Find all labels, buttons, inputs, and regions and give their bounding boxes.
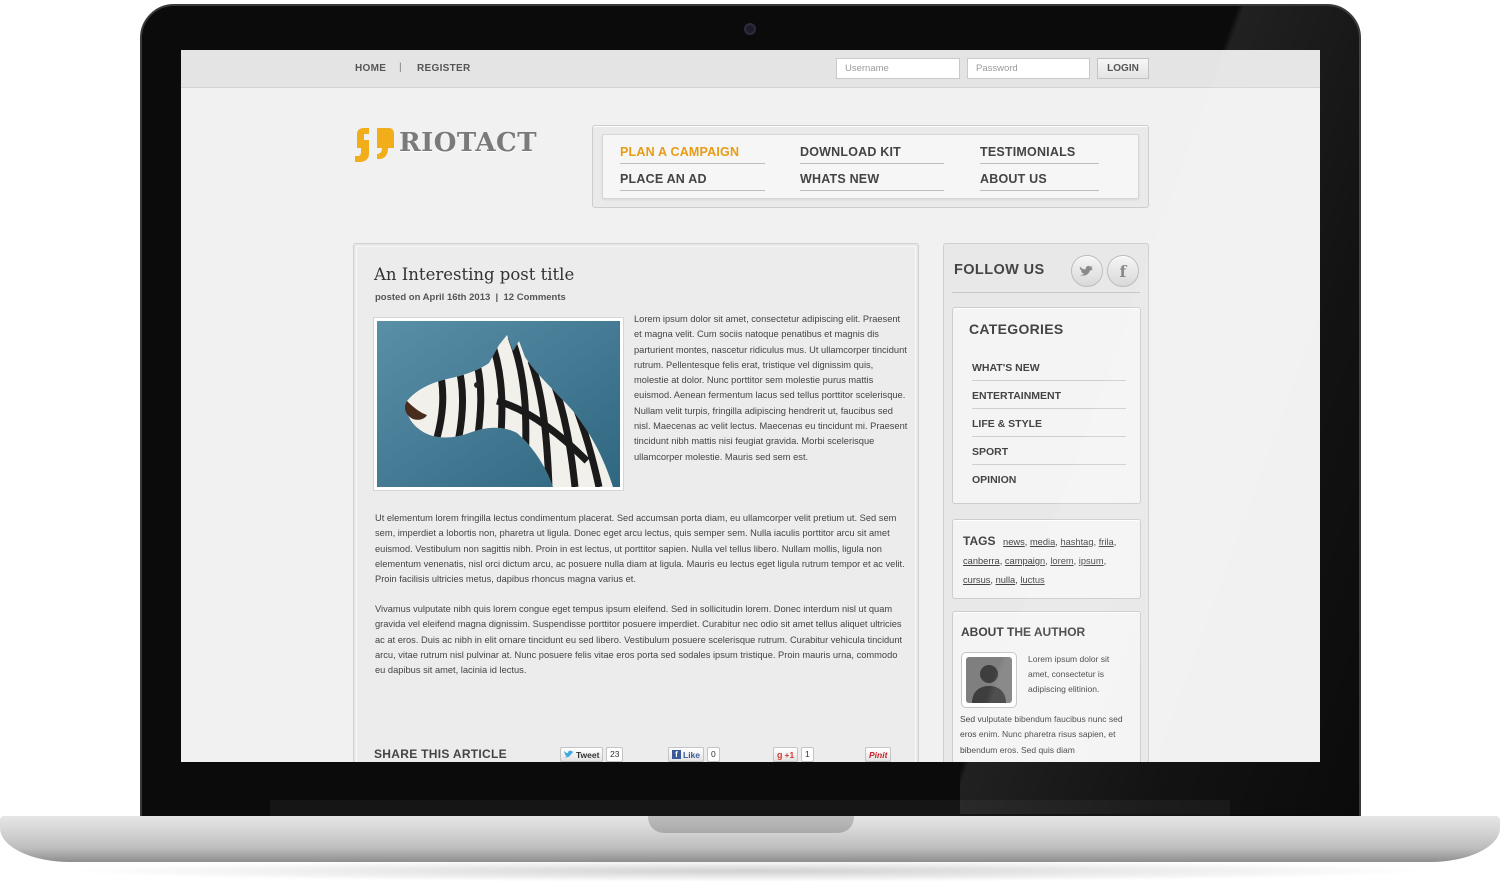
article-card: An Interesting post title posted on Apri…: [353, 243, 919, 762]
login-button[interactable]: LOGIN: [1097, 58, 1149, 79]
top-bar: HOME | REGISTER LOGIN: [181, 50, 1320, 88]
avatar: [961, 652, 1017, 708]
tags-title: TAGS: [963, 534, 996, 548]
camera-icon: [744, 23, 756, 35]
meta-separator: |: [495, 292, 499, 303]
nav-about-us[interactable]: ABOUT US: [980, 172, 1099, 191]
tag-link[interactable]: lorem: [1050, 556, 1073, 566]
username-input[interactable]: [836, 58, 960, 79]
category-opinion[interactable]: OPINION: [972, 474, 1126, 492]
post-title[interactable]: An Interesting post title: [374, 265, 574, 284]
browser-screen: HOME | REGISTER LOGIN RIOTACT PLAN A CAM…: [181, 50, 1320, 762]
follow-us-label: FOLLOW US: [954, 262, 1045, 278]
top-separator: |: [399, 62, 402, 73]
category-entertainment[interactable]: ENTERTAINMENT: [972, 390, 1126, 409]
twitter-bird-icon: [564, 750, 573, 758]
tags-panel: TAGS news, media, hashtag, frila, canber…: [952, 519, 1141, 599]
category-sport[interactable]: SPORT: [972, 446, 1126, 465]
gplus-button[interactable]: g +1: [773, 747, 799, 762]
nav-plan-a-campaign[interactable]: PLAN A CAMPAIGN: [620, 145, 765, 164]
facebook-icon[interactable]: f: [1107, 255, 1139, 287]
nav-download-kit[interactable]: DOWNLOAD KIT: [800, 145, 944, 164]
tags-list: TAGS news, media, hashtag, frila, canber…: [963, 534, 1117, 585]
tag-link[interactable]: media: [1030, 537, 1055, 547]
author-panel: ABOUT THE AUTHOR Lorem ipsum dolor sit a…: [952, 611, 1141, 762]
post-date: posted on April 16th 2013: [375, 292, 491, 303]
sidebar: FOLLOW US f CATEGORIES WHAT'S NEW ENTERT…: [943, 243, 1149, 762]
tag-link[interactable]: news: [1003, 537, 1025, 547]
facebook-glyph-icon: f: [1119, 261, 1127, 281]
tag-link[interactable]: nulla: [996, 575, 1016, 585]
tag-link[interactable]: ipsum: [1079, 556, 1104, 566]
tweet-count: 23: [606, 747, 624, 762]
author-title: ABOUT THE AUTHOR: [961, 625, 1086, 639]
brand-name: RIOTACT: [399, 128, 538, 158]
home-link[interactable]: HOME: [355, 63, 386, 74]
tag-link[interactable]: frila: [1099, 537, 1114, 547]
quote-logo-icon: [355, 128, 394, 162]
main-nav: PLAN A CAMPAIGN DOWNLOAD KIT TESTIMONIAL…: [592, 125, 1149, 208]
author-short-bio: Lorem ipsum dolor sit amet, consectetur …: [1028, 654, 1110, 694]
like-count: 0: [707, 747, 720, 762]
nav-testimonials[interactable]: TESTIMONIALS: [980, 145, 1099, 164]
comments-link[interactable]: 12 Comments: [504, 292, 566, 303]
tag-link[interactable]: hashtag: [1060, 537, 1093, 547]
categories-title: CATEGORIES: [969, 321, 1064, 337]
password-input[interactable]: [967, 58, 1090, 79]
gplus-icon: g: [777, 749, 783, 760]
laptop-shadow: [60, 860, 1440, 882]
like-button[interactable]: f Like: [668, 747, 705, 762]
tag-link[interactable]: cursus: [963, 575, 990, 585]
main-nav-inner: PLAN A CAMPAIGN DOWNLOAD KIT TESTIMONIAL…: [602, 134, 1139, 199]
tag-link[interactable]: luctus: [1020, 575, 1044, 585]
nav-place-an-ad[interactable]: PLACE AN AD: [620, 172, 765, 191]
divider: [952, 292, 1140, 293]
twitter-glyph-icon: [1079, 265, 1093, 276]
pinit-button[interactable]: Pinit: [865, 747, 892, 762]
post-intro: Lorem ipsum dolor sit amet, consectetur …: [634, 314, 908, 462]
user-silhouette-icon: [966, 657, 1012, 703]
facebook-f-icon: f: [672, 750, 681, 759]
site-logo[interactable]: RIOTACT: [353, 126, 538, 162]
bezel-bottom: [270, 800, 1230, 816]
post-meta: posted on April 16th 2013 | 12 Comments: [375, 292, 566, 303]
tweet-button[interactable]: Tweet: [560, 747, 604, 762]
register-link[interactable]: REGISTER: [417, 63, 471, 74]
author-long-bio: Sed vulputate bibendum faucibus nunc sed…: [960, 714, 1123, 755]
post-image: [373, 317, 624, 491]
tag-link[interactable]: canberra: [963, 556, 1000, 566]
laptop-notch: [648, 816, 854, 833]
zebra-hand-photo: [377, 321, 620, 487]
twitter-icon[interactable]: [1071, 255, 1103, 287]
share-label: SHARE THIS ARTICLE: [374, 747, 507, 761]
category-life-style[interactable]: LIFE & STYLE: [972, 418, 1126, 437]
categories-panel: CATEGORIES WHAT'S NEW ENTERTAINMENT LIFE…: [952, 307, 1141, 504]
nav-whats-new[interactable]: WHATS NEW: [800, 172, 944, 191]
tag-link[interactable]: campaign: [1005, 556, 1045, 566]
post-paragraph-1: Ut elementum lorem fringilla lectus cond…: [375, 513, 905, 585]
post-paragraph-2: Vivamus vulputate nibh quis lorem congue…: [375, 604, 903, 676]
gplus-count: 1: [801, 747, 814, 762]
category-whats-new[interactable]: WHAT'S NEW: [972, 362, 1126, 381]
article-inner: An Interesting post title posted on Apri…: [356, 246, 916, 762]
